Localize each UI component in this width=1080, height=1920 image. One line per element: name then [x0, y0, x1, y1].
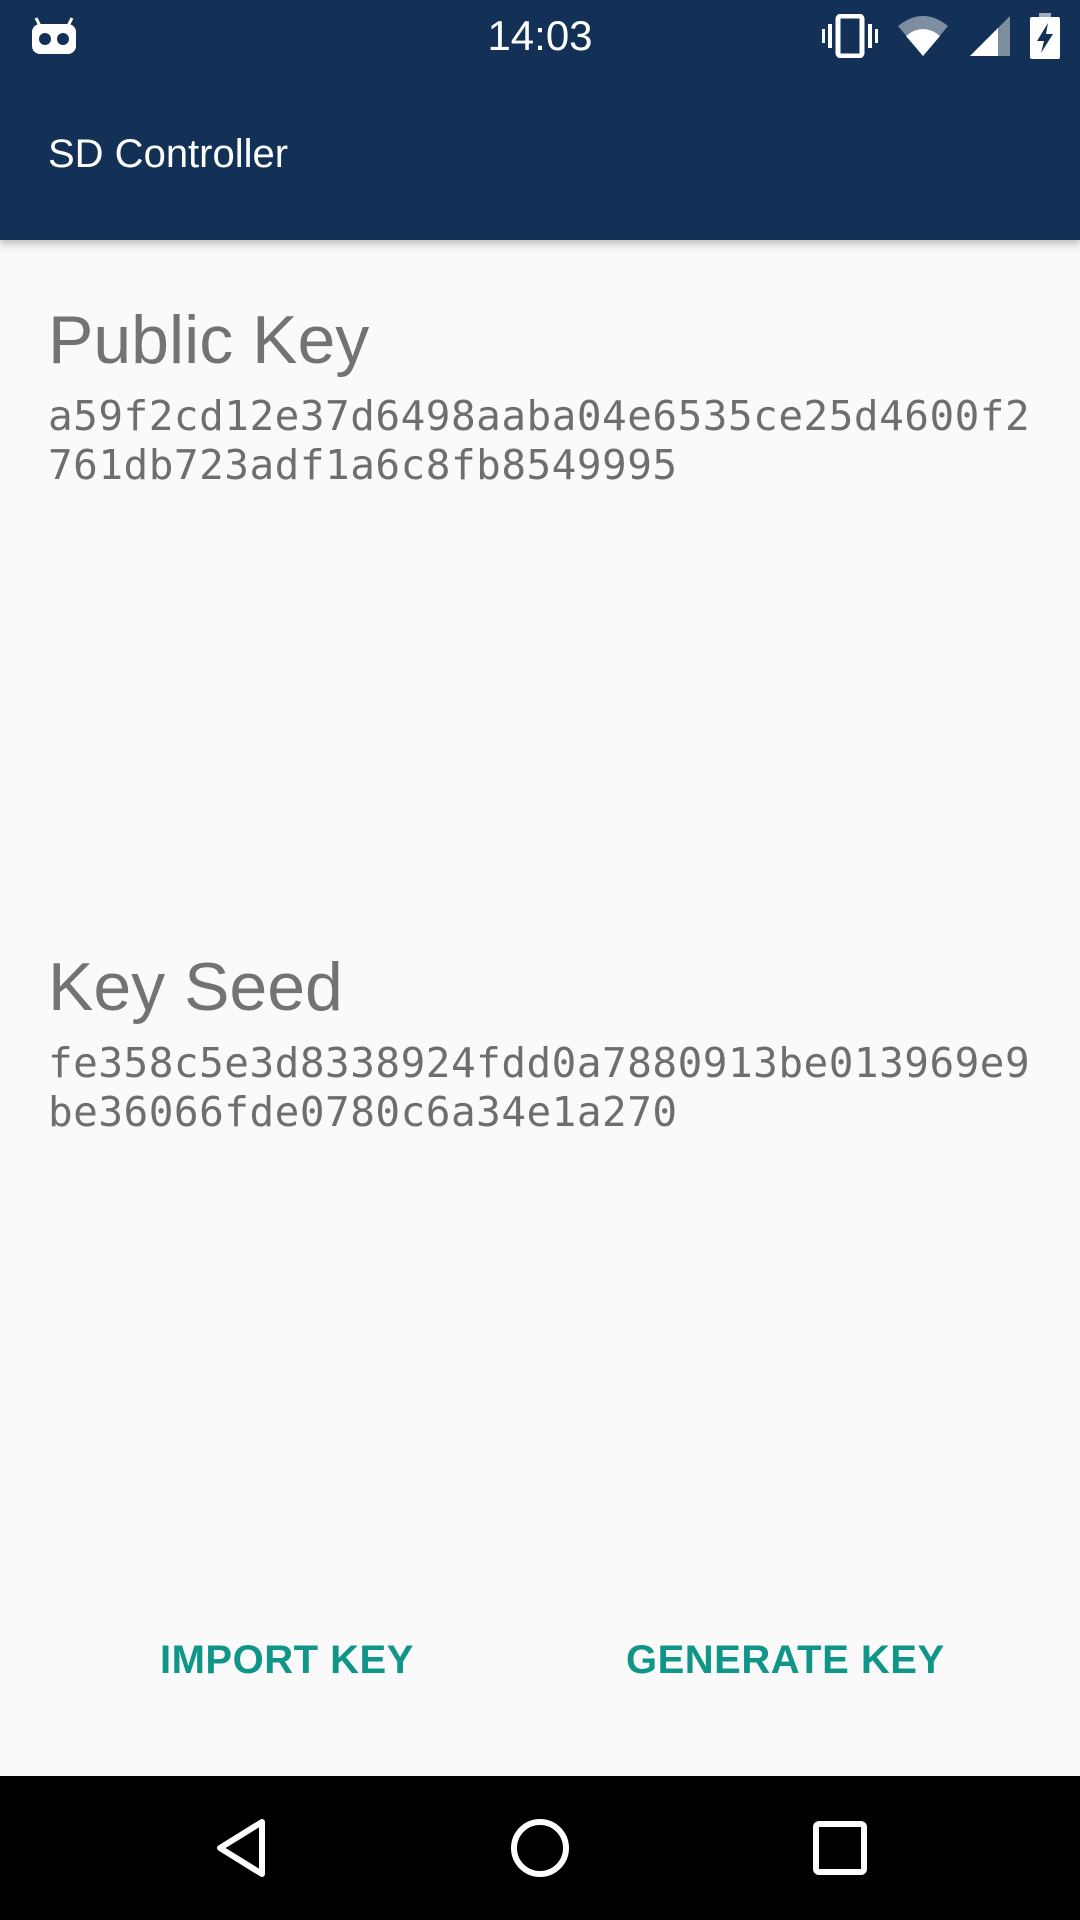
app-bar: SD Controller: [0, 72, 1080, 240]
recents-icon[interactable]: [804, 1812, 876, 1884]
back-icon[interactable]: [206, 1812, 278, 1884]
key-seed-heading: Key Seed: [48, 949, 343, 1025]
home-icon[interactable]: [504, 1812, 576, 1884]
key-seed-value: fe358c5e3d8338924fdd0a7880913be013969e9b…: [48, 1039, 1031, 1136]
public-key-heading: Public Key: [48, 302, 370, 378]
app-title: SD Controller: [48, 132, 289, 176]
system-icons: [822, 12, 1060, 60]
wifi-icon: [898, 16, 948, 56]
cell-signal-icon: [970, 16, 1010, 56]
screen: 14:03 SD Controller Public Key a59f2cd12…: [0, 0, 1080, 1920]
battery-charging-icon: [1030, 13, 1060, 59]
public-key-value: a59f2cd12e37d6498aaba04e6535ce25d4600f27…: [48, 392, 1031, 489]
navigation-bar: [0, 1776, 1080, 1920]
import-key-button[interactable]: IMPORT KEY: [148, 1620, 426, 1700]
status-bar: 14:03: [0, 0, 1080, 72]
generate-key-button[interactable]: GENERATE KEY: [614, 1620, 957, 1700]
vibrate-icon: [822, 14, 878, 58]
action-bar: IMPORT KEY GENERATE KEY: [0, 1620, 1080, 1700]
